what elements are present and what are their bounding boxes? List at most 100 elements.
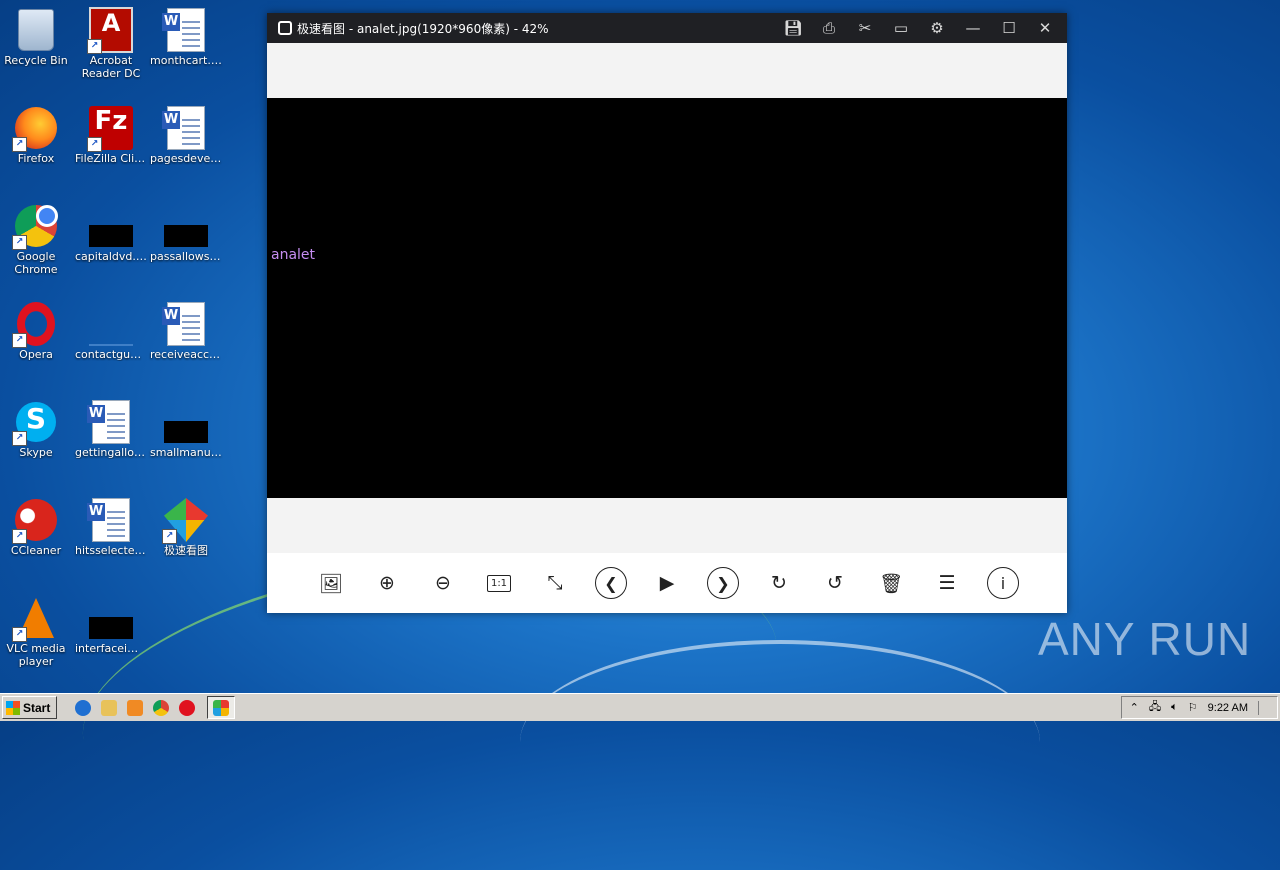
network-icon[interactable]: 🖧︎ xyxy=(1149,698,1161,717)
desktop-icon-label: monthcart.rtf xyxy=(150,54,224,67)
cut-button[interactable]: ✂ xyxy=(847,13,883,43)
desktop-icon-label: pagesdevel... xyxy=(150,152,224,165)
fit-window-button[interactable]: ⤡ xyxy=(537,565,573,601)
word-document-icon: W xyxy=(162,106,208,150)
start-button[interactable]: Start xyxy=(2,696,58,719)
word-document-icon: W xyxy=(162,302,208,346)
desktop-icon-label: Recycle Bin xyxy=(4,54,68,67)
desktop-icon-capitaldvd[interactable]: capitaldvd.jpg xyxy=(73,204,149,263)
image-text: analet xyxy=(271,247,316,263)
desktop-icon-label: hitsselected... xyxy=(75,544,149,557)
chevron-right-icon: ❯ xyxy=(707,567,739,599)
print-button[interactable]: ⎙ xyxy=(811,13,847,43)
minimize-icon: — xyxy=(965,19,981,37)
desktop-icon-interfaceima[interactable]: interfaceima... xyxy=(73,596,149,655)
menu-icon: ☰ xyxy=(938,572,956,594)
desktop-icon-filezilla[interactable]: Fz ↗ FileZilla Client xyxy=(73,106,149,165)
settings-icon: ⚙ xyxy=(930,19,944,37)
image-file-icon xyxy=(164,204,208,248)
desktop-icon-google-chrome[interactable]: ↗ Google Chrome xyxy=(0,204,74,276)
close-button[interactable]: ✕ xyxy=(1027,13,1063,43)
desktop-icon-image-viewer[interactable]: ↗ 极速看图 xyxy=(148,498,224,557)
maximize-icon: ☐ xyxy=(1002,19,1016,37)
zoom-in-icon: ⊕ xyxy=(379,572,395,594)
desktop-icon-label: passallows.jpg xyxy=(150,250,224,263)
firefox-icon: ↗ xyxy=(12,106,58,152)
canvas-padding-bottom xyxy=(267,498,1067,553)
clock[interactable]: 9:22 AM xyxy=(1208,702,1248,714)
desktop-icon-pagesdevel[interactable]: W pagesdevel... xyxy=(148,106,224,165)
wallpaper-swoosh xyxy=(520,640,1040,844)
chrome-taskbar-icon[interactable] xyxy=(153,699,170,716)
previous-image-button[interactable]: ❮ xyxy=(593,565,629,601)
file-explorer-icon[interactable] xyxy=(101,699,118,716)
zoom-out-button[interactable]: ⊖ xyxy=(425,565,461,601)
desktop-icon-passallows[interactable]: passallows.jpg xyxy=(148,204,224,263)
chevron-up-icon[interactable]: ⌃ xyxy=(1130,701,1139,714)
title-bar[interactable]: 极速看图 - analet.jpg(1920*960像素) - 42% 💾︎ ⎙… xyxy=(267,13,1067,43)
desktop-icon-contactgue[interactable]: contactgue... xyxy=(73,302,149,361)
next-image-button[interactable]: ❯ xyxy=(705,565,741,601)
minimize-button[interactable]: — xyxy=(955,13,991,43)
desktop-icon-opera[interactable]: ↗ Opera xyxy=(0,302,74,361)
zoom-out-icon: ⊖ xyxy=(435,572,451,594)
volume-icon[interactable]: 🔈︎ xyxy=(1171,701,1178,714)
info-button[interactable]: i xyxy=(985,565,1021,601)
chevron-left-icon: ❮ xyxy=(595,567,627,599)
open-image-button[interactable]: 🖼︎ xyxy=(313,565,349,601)
desktop-icon-label: capitaldvd.jpg xyxy=(75,250,149,263)
slideshow-button[interactable]: ▶︎ xyxy=(649,565,685,601)
delete-button[interactable]: 🗑︎ xyxy=(873,565,909,601)
viewer-toolbar: 🖼︎ ⊕ ⊖ 1:1 ⤡ ❮ ▶︎ ❯ ↻ ↺ 🗑︎ ☰ i xyxy=(267,553,1067,613)
desktop-icon-label: Opera xyxy=(19,348,53,361)
word-document-icon: W xyxy=(87,400,133,444)
close-icon: ✕ xyxy=(1038,19,1052,37)
rotate-clockwise-icon: ↻ xyxy=(771,572,787,594)
rotate-counterclockwise-button[interactable]: ↺ xyxy=(817,565,853,601)
image-file-icon xyxy=(89,596,133,640)
save-icon: 💾︎ xyxy=(783,19,803,37)
desktop-icon-label: VLC media player xyxy=(6,642,66,668)
app-logo-icon xyxy=(278,21,292,35)
settings-button[interactable]: ⚙ xyxy=(919,13,955,43)
image-file-icon xyxy=(89,302,133,346)
desktop-icon-vlc[interactable]: ↗ VLC media player xyxy=(0,596,74,668)
desktop-icon-label: gettingallow... xyxy=(75,446,149,459)
desktop-icon-hitsselected[interactable]: W hitsselected... xyxy=(73,498,149,557)
menu-button[interactable]: ☰ xyxy=(929,565,965,601)
skype-icon: S ↗ xyxy=(12,400,58,446)
desktop-icon-recycle-bin[interactable]: Recycle Bin xyxy=(0,8,74,67)
desktop-icon-gettingallow[interactable]: W gettingallow... xyxy=(73,400,149,459)
internet-explorer-icon[interactable] xyxy=(75,699,92,716)
anyrun-watermark: ANY RUN xyxy=(1038,613,1252,665)
start-label: Start xyxy=(23,700,51,715)
slideshow-icon: ▶︎ xyxy=(659,572,675,594)
desktop-icon-ccleaner[interactable]: ↗ CCleaner xyxy=(0,498,74,557)
rotate-clockwise-button[interactable]: ↻ xyxy=(761,565,797,601)
maximize-button[interactable]: ☐ xyxy=(991,13,1027,43)
image-canvas[interactable]: analet xyxy=(267,98,1067,498)
show-desktop-button[interactable] xyxy=(1258,700,1269,715)
flag-icon[interactable]: ⚐ xyxy=(1188,701,1198,714)
desktop-icon-skype[interactable]: S ↗ Skype xyxy=(0,400,74,459)
desktop-icon-monthcart[interactable]: W monthcart.rtf xyxy=(148,8,224,67)
desktop-icon-firefox[interactable]: ↗ Firefox xyxy=(0,106,74,165)
vlc-icon: ↗ xyxy=(12,596,58,642)
actual-size-button[interactable]: 1:1 xyxy=(481,565,517,601)
opera-taskbar-icon[interactable] xyxy=(179,699,196,716)
desktop-icon-acrobat-reader[interactable]: A ↗ Acrobat Reader DC xyxy=(73,7,149,80)
image-file-icon xyxy=(164,400,208,444)
taskbar-image-viewer-button[interactable] xyxy=(207,696,236,719)
save-button[interactable]: 💾︎ xyxy=(775,13,811,43)
comment-button[interactable]: ▭ xyxy=(883,13,919,43)
desktop-icon-label: receiveacco... xyxy=(150,348,224,361)
desktop-icon-label: Skype xyxy=(19,446,53,459)
media-player-icon[interactable] xyxy=(127,699,144,716)
acrobat-reader-icon: A ↗ xyxy=(87,7,133,54)
desktop-icon-label: Google Chrome xyxy=(14,250,58,276)
zoom-in-button[interactable]: ⊕ xyxy=(369,565,405,601)
recycle-bin-icon xyxy=(14,8,58,52)
desktop-icon-smallmanuf[interactable]: smallmanuf... xyxy=(148,400,224,459)
rotate-counterclockwise-icon: ↺ xyxy=(827,572,843,594)
desktop-icon-receiveacco[interactable]: W receiveacco... xyxy=(148,302,224,361)
